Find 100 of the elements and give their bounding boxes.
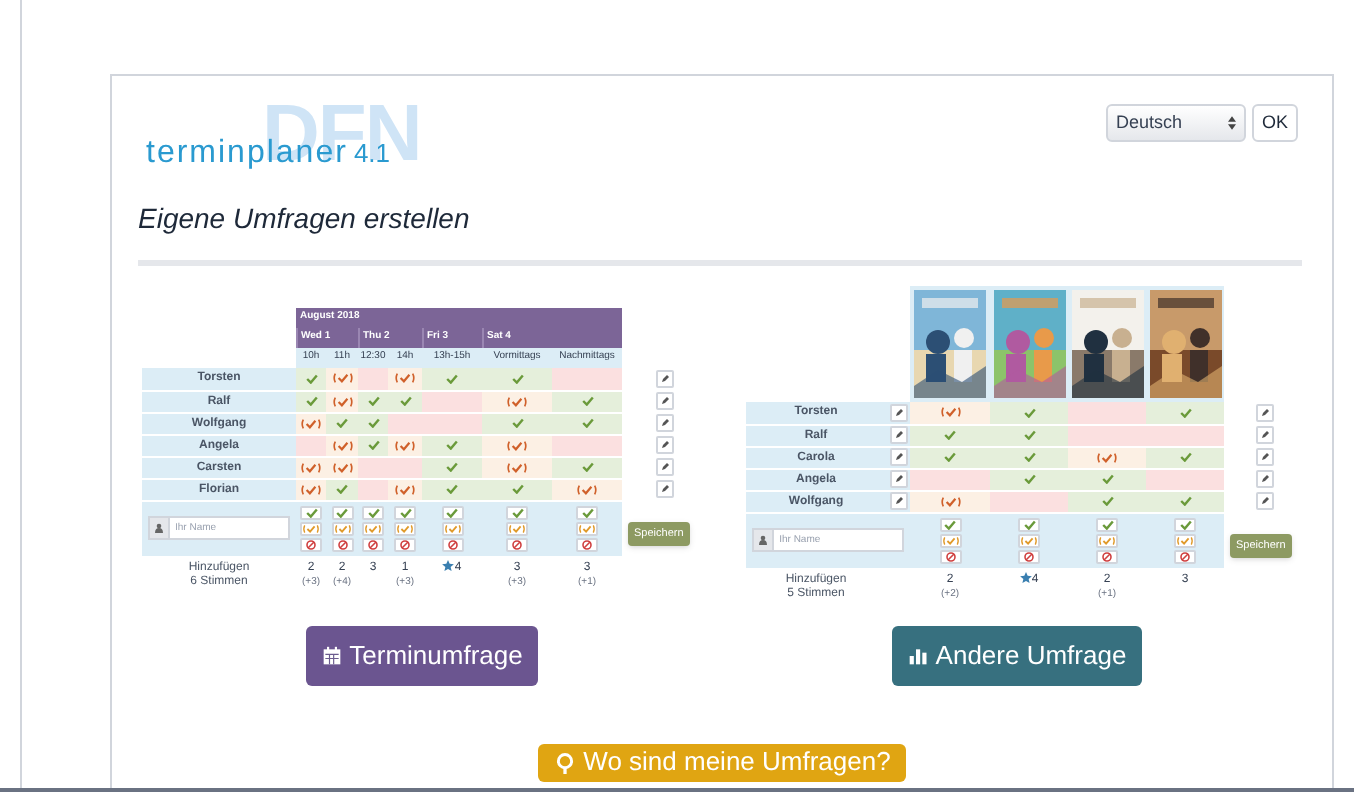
no-entry-icon — [945, 551, 955, 561]
no-button[interactable] — [394, 537, 416, 551]
edit-button[interactable] — [655, 414, 674, 432]
edit-button[interactable] — [655, 458, 674, 476]
maybe-check-icon — [939, 406, 961, 419]
pencil-icon — [893, 496, 903, 506]
no-entry-icon — [400, 539, 410, 549]
edit-button[interactable] — [1256, 470, 1274, 488]
edit-button[interactable] — [1256, 403, 1274, 422]
vote-cell — [1146, 468, 1224, 490]
no-entry-icon — [337, 539, 347, 549]
check-icon — [1179, 519, 1191, 529]
check-icon — [336, 507, 348, 517]
pencil-icon — [659, 418, 670, 428]
edit-button[interactable] — [655, 369, 674, 388]
no-button[interactable] — [939, 549, 961, 563]
star-icon — [1019, 571, 1032, 583]
check-icon — [581, 462, 593, 472]
edit-button[interactable] — [655, 436, 674, 454]
edit-button[interactable] — [889, 403, 907, 422]
vote-cell — [358, 456, 388, 478]
no-button[interactable] — [362, 537, 384, 551]
star-icon — [442, 559, 455, 571]
no-entry-icon — [512, 539, 522, 549]
create-poll-button[interactable]: Terminumfrage — [305, 625, 539, 685]
maybe-check-icon — [302, 523, 320, 533]
edit-button[interactable] — [889, 426, 907, 444]
updown-arrows-icon — [1228, 116, 1236, 130]
language-select[interactable]: Deutsch — [1106, 104, 1246, 142]
no-button[interactable] — [576, 537, 598, 551]
no-button[interactable] — [1018, 549, 1040, 563]
yes-button[interactable] — [1018, 517, 1040, 531]
maybe-check-icon — [506, 439, 528, 451]
calendar-icon — [321, 645, 342, 665]
edit-button[interactable] — [655, 480, 674, 498]
pencil-icon — [659, 396, 670, 406]
vote-cell — [358, 368, 388, 390]
maybe-check-icon — [396, 523, 414, 533]
check-icon — [446, 507, 458, 517]
no-entry-icon — [1102, 551, 1112, 561]
no-button[interactable] — [1096, 549, 1118, 563]
edit-button[interactable] — [655, 392, 674, 410]
edit-button[interactable] — [1256, 426, 1274, 444]
ok-button[interactable]: OK — [1252, 104, 1298, 142]
yes-button[interactable] — [394, 505, 416, 519]
yes-button[interactable] — [1174, 517, 1196, 531]
pencil-icon — [893, 452, 903, 462]
bar-chart-icon — [907, 645, 928, 665]
check-icon — [1101, 519, 1113, 529]
maybe-check-icon — [508, 523, 526, 533]
edit-button[interactable] — [1256, 492, 1274, 510]
maybe-check-icon — [506, 395, 528, 407]
no-entry-icon — [1024, 551, 1034, 561]
maybe-check-icon — [394, 483, 416, 495]
pencil-icon — [893, 430, 903, 440]
yes-button[interactable] — [939, 517, 961, 531]
pencil-icon — [1260, 452, 1270, 462]
yes-button[interactable] — [300, 505, 322, 519]
no-button[interactable] — [1174, 549, 1196, 563]
yes-button[interactable] — [506, 505, 528, 519]
check-icon — [305, 507, 317, 517]
yes-button[interactable] — [441, 505, 463, 519]
yes-button[interactable] — [331, 505, 353, 519]
no-button[interactable] — [331, 537, 353, 551]
check-icon — [511, 373, 523, 384]
no-button[interactable] — [506, 537, 528, 551]
edit-button[interactable] — [889, 470, 907, 488]
pencil-icon — [1260, 474, 1270, 484]
no-button[interactable] — [441, 537, 463, 551]
check-icon — [446, 373, 458, 384]
search-icon — [553, 751, 576, 773]
vote-cell — [1068, 402, 1146, 424]
check-icon — [944, 519, 956, 529]
maybe-check-icon — [394, 372, 416, 385]
edit-button[interactable] — [889, 448, 907, 466]
edit-button[interactable] — [889, 492, 907, 510]
person-icon — [757, 534, 768, 546]
check-icon — [367, 507, 379, 517]
maybe-check-icon — [506, 461, 528, 473]
yes-button[interactable] — [576, 505, 598, 519]
maybe-check-icon — [394, 439, 416, 451]
no-button[interactable] — [300, 537, 322, 551]
vote-cell — [552, 368, 623, 390]
maybe-check-icon — [300, 461, 322, 473]
pencil-icon — [659, 462, 670, 472]
pencil-icon — [659, 440, 670, 450]
maybe-check-icon — [443, 523, 461, 533]
maybe-check-icon — [331, 395, 353, 407]
pencil-icon — [1260, 407, 1270, 418]
maybe-check-icon — [300, 417, 322, 429]
maybe-check-icon — [941, 535, 959, 545]
create-poll-button[interactable]: Andere Umfrage — [891, 625, 1143, 685]
yes-button[interactable] — [1096, 517, 1118, 531]
no-entry-icon — [447, 539, 457, 549]
edit-button[interactable] — [1256, 448, 1274, 466]
maybe-check-icon — [578, 523, 596, 533]
maybe-check-icon — [1020, 535, 1038, 545]
check-icon — [1179, 496, 1191, 506]
yes-button[interactable] — [362, 505, 384, 519]
maybe-check-icon — [333, 523, 351, 533]
